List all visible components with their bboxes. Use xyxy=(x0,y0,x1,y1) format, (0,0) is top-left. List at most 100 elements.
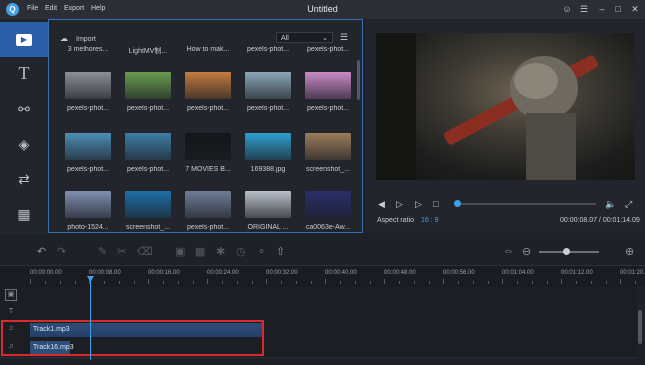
media-thumbnail[interactable] xyxy=(245,191,291,218)
voiceover-icon[interactable]: ⚬ xyxy=(257,245,266,258)
playhead[interactable] xyxy=(90,276,91,360)
preview-frame xyxy=(376,33,635,180)
ruler-tick xyxy=(60,281,61,284)
media-item-label: pexels-phot... xyxy=(306,105,350,112)
ruler-label: 00:01:12.00 xyxy=(561,270,593,276)
ruler-tick xyxy=(45,281,46,284)
library-scrollbar[interactable] xyxy=(357,60,360,100)
ruler-tick xyxy=(148,279,149,284)
user-icon[interactable]: ☺ xyxy=(560,3,574,16)
mosaic-icon[interactable]: ▦ xyxy=(195,245,205,258)
import-button[interactable]: ☁ Import xyxy=(60,34,96,43)
aspect-ratio-label: Aspect ratio xyxy=(377,217,414,224)
film-icon[interactable]: ▦ xyxy=(0,197,48,232)
close-icon[interactable]: ✕ xyxy=(628,3,642,16)
ruler-tick xyxy=(620,279,621,284)
media-item-label: screenshot_... xyxy=(126,224,170,231)
play-button[interactable]: ▷ xyxy=(396,199,403,210)
media-thumbnail[interactable] xyxy=(245,133,291,160)
media-thumbnail[interactable] xyxy=(185,72,231,99)
ruler-label: 00:00:00.00 xyxy=(30,270,62,276)
timeline-track-video[interactable] xyxy=(0,286,637,305)
preview-image xyxy=(376,33,598,180)
ruler-tick xyxy=(488,281,489,284)
media-item-label: How to mak... xyxy=(186,46,230,53)
media-thumbnail[interactable] xyxy=(245,72,291,99)
ruler-tick xyxy=(355,281,356,284)
ruler-tick xyxy=(325,279,326,284)
ruler-label: 00:01:20.00 xyxy=(620,270,645,276)
filters-icon[interactable]: ⚯ xyxy=(0,92,48,127)
media-thumbnail[interactable] xyxy=(65,72,111,99)
progress-track[interactable] xyxy=(456,203,596,205)
media-thumbnail[interactable] xyxy=(65,191,111,218)
next-frame-icon[interactable]: ▷ xyxy=(415,199,422,210)
ruler-label: 00:00:08.00 xyxy=(89,270,121,276)
ruler-tick xyxy=(591,281,592,284)
ruler-label: 00:00:24.00 xyxy=(207,270,239,276)
media-item-label: ORIGINAL ... xyxy=(247,224,289,231)
media-thumbnail[interactable] xyxy=(125,191,171,218)
stop-button[interactable]: □ xyxy=(433,199,438,209)
edit-icon[interactable]: ✎ xyxy=(98,245,107,258)
window-title: Untitled xyxy=(307,4,338,14)
highlight-box xyxy=(1,320,264,356)
ruler-tick xyxy=(119,281,120,284)
list-view-icon[interactable]: ☰ xyxy=(340,32,352,43)
ruler-tick xyxy=(252,281,253,284)
media-thumbnail[interactable] xyxy=(125,133,171,160)
crop-icon[interactable]: ▣ xyxy=(175,245,185,258)
duration-icon[interactable]: ◷ xyxy=(236,245,246,258)
freeze-frame-icon[interactable]: ✱ xyxy=(216,245,225,258)
tool-media[interactable]: ▶ xyxy=(0,22,48,57)
media-thumbnail[interactable] xyxy=(305,191,351,218)
maximize-icon[interactable]: □ xyxy=(611,3,625,16)
minimize-icon[interactable]: – xyxy=(595,3,609,16)
split-icon[interactable]: ✂ xyxy=(117,245,126,258)
layers-icon[interactable]: ◈ xyxy=(0,127,48,162)
menu-icon[interactable]: ☰ xyxy=(577,3,591,16)
filter-select[interactable]: All ⌄ xyxy=(276,32,333,43)
media-item-label: 3 melhores... xyxy=(67,46,109,53)
media-thumbnail[interactable] xyxy=(305,133,351,160)
ruler-tick xyxy=(635,281,636,284)
media-thumbnail[interactable] xyxy=(125,72,171,99)
ruler-tick xyxy=(384,279,385,284)
text-icon[interactable]: T xyxy=(0,56,48,91)
media-item-label: 7 MOVIES B... xyxy=(185,166,231,173)
delete-icon[interactable]: ⌫ xyxy=(137,245,153,258)
export-clip-icon[interactable]: ⇧ xyxy=(276,245,285,258)
timeline-scrollbar[interactable] xyxy=(638,310,642,344)
video-track-icon: ▣ xyxy=(5,289,17,301)
ruler-tick xyxy=(443,279,444,284)
ruler-tick xyxy=(606,281,607,284)
ruler-label: 00:00:40.00 xyxy=(325,270,357,276)
media-item-label: ca0063e-Aw... xyxy=(305,224,351,231)
media-item-label: pexels-phot... xyxy=(306,46,350,53)
media-thumbnail[interactable] xyxy=(185,191,231,218)
aspect-ratio-value[interactable]: 16 : 9 xyxy=(421,217,439,224)
ruler-tick xyxy=(75,281,76,284)
volume-icon[interactable]: 🔈 xyxy=(605,199,616,210)
zoom-in-icon[interactable]: ⊕ xyxy=(625,245,634,258)
fit-timeline-icon[interactable]: ⇔ xyxy=(503,245,514,257)
media-item-label: photo-1524... xyxy=(67,224,109,231)
zoom-slider-knob[interactable] xyxy=(563,248,570,255)
zoom-out-icon[interactable]: ⊖ xyxy=(522,245,531,258)
media-item-label: screenshot_... xyxy=(306,166,350,173)
ruler-tick xyxy=(237,281,238,284)
ruler-tick xyxy=(207,279,208,284)
ruler-tick xyxy=(458,281,459,284)
transition-icon[interactable]: ⇄ xyxy=(0,162,48,197)
media-item-label: pexels-phot... xyxy=(126,105,170,112)
fullscreen-icon[interactable]: ⤢ xyxy=(625,199,632,210)
ruler-tick xyxy=(532,281,533,284)
chevron-down-icon: ⌄ xyxy=(322,35,328,42)
media-thumbnail[interactable] xyxy=(185,133,231,160)
redo-icon[interactable]: ↷ xyxy=(57,245,66,258)
previous-frame-icon[interactable]: ◀ xyxy=(378,199,385,210)
ruler-label: 00:00:32.00 xyxy=(266,270,298,276)
undo-icon[interactable]: ↶ xyxy=(37,245,46,258)
media-thumbnail[interactable] xyxy=(65,133,111,160)
media-thumbnail[interactable] xyxy=(305,72,351,99)
